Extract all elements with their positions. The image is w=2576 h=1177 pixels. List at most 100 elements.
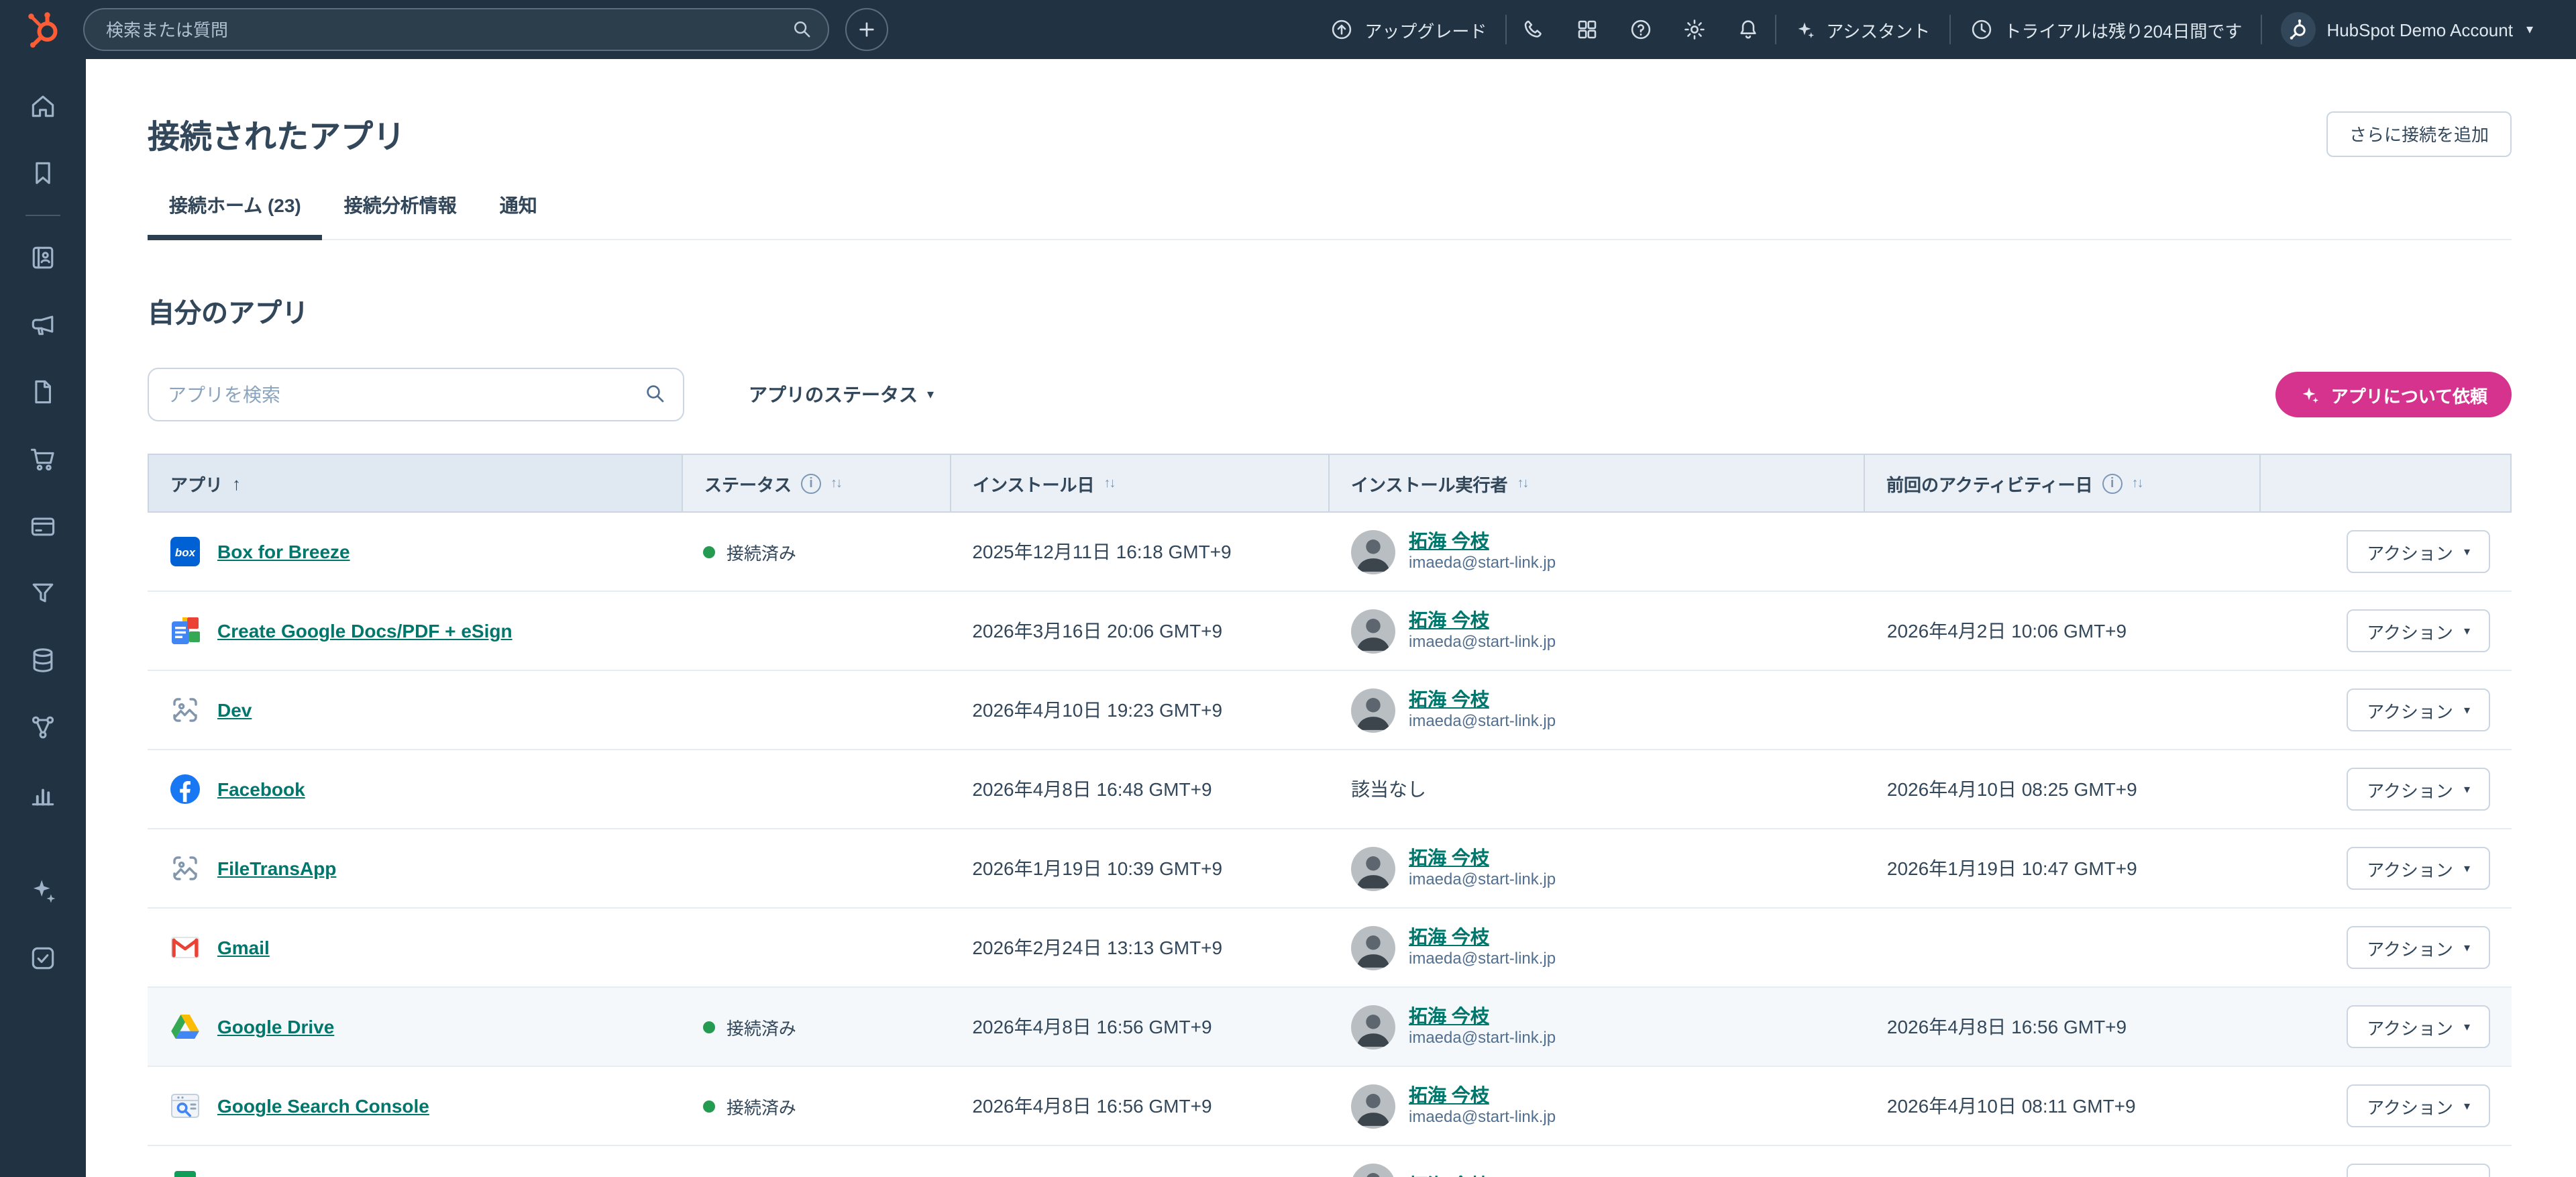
actions-button[interactable]: アクション ▾ — [2347, 530, 2490, 573]
installer-link[interactable]: 拓海 今枝 — [1409, 925, 1556, 949]
actions-button[interactable]: アクション ▾ — [2347, 1005, 2490, 1048]
column-header-5[interactable] — [2261, 455, 2510, 511]
installer-link[interactable]: 拓海 今枝 — [1409, 1173, 1489, 1177]
assistant-button[interactable]: アシスタント — [1776, 0, 1949, 59]
tab-connect-home[interactable]: 接続ホーム (23) — [148, 176, 323, 239]
upgrade-button[interactable]: アップグレード — [1311, 0, 1505, 59]
app-link[interactable]: Create Google Docs/PDF + eSign — [217, 620, 513, 642]
status-filter-dropdown[interactable]: アプリのステータス ▾ — [741, 380, 942, 409]
sidebar-item-marketing[interactable] — [0, 291, 86, 358]
sidebar-item-commerce[interactable] — [0, 425, 86, 493]
sidebar-item-content[interactable] — [0, 358, 86, 425]
installer-link[interactable]: 拓海 今枝 — [1409, 1004, 1556, 1028]
installer-link[interactable]: 拓海 今枝 — [1409, 1083, 1556, 1107]
installer-link[interactable]: 拓海 今枝 — [1409, 687, 1556, 711]
actions-button[interactable]: アクション ▾ — [2347, 1084, 2490, 1127]
installer-info: 拓海 今枝 imaeda@start-link.jp — [1409, 1004, 1556, 1050]
assistant-label: アシスタント — [1826, 17, 1930, 42]
avatar — [1351, 529, 1395, 574]
installer-cell: 拓海 今枝 imaeda@start-link.jp — [1330, 608, 1866, 654]
app-link[interactable]: Google Search Console — [217, 1095, 429, 1117]
account-menu[interactable]: HubSpot Demo Account ▾ — [2262, 0, 2552, 59]
actions-cell: アクション ▾ — [2262, 688, 2512, 731]
app-cell: Google Drive — [148, 1011, 682, 1043]
sort-icon: ↑↓ — [1517, 476, 1528, 491]
facebook-app-icon — [169, 773, 201, 805]
reporting-icon — [28, 780, 58, 809]
app-link[interactable]: Box for Breeze — [217, 541, 350, 562]
status-cell: 接続済み — [682, 1014, 951, 1039]
app-search[interactable] — [148, 368, 684, 421]
actions-button[interactable]: アクション ▾ — [2347, 768, 2490, 811]
settings-button[interactable] — [1668, 0, 1721, 59]
trial-status: トライアルは残り204日間です — [1950, 0, 2261, 59]
controls: アプリのステータス ▾ アプリについて依頼 — [148, 368, 2512, 421]
actions-cell: アクション ▾ — [2262, 1005, 2512, 1048]
sort-icon: ↑↓ — [2132, 476, 2143, 491]
actions-button[interactable]: アクション ▾ — [2347, 688, 2490, 731]
avatar — [1351, 846, 1395, 890]
payments-icon — [28, 511, 58, 541]
installer-info: 拓海 今枝 imaeda@start-link.jp — [1409, 529, 1556, 574]
avatar — [1351, 1084, 1395, 1128]
data-icon — [28, 646, 58, 675]
global-search[interactable] — [83, 8, 829, 51]
sidebar-item-automations[interactable] — [0, 560, 86, 627]
install-date: 2026年2月24日 13:13 GMT+9 — [951, 934, 1330, 961]
global-search-input[interactable] — [83, 8, 829, 51]
marketplace-button[interactable] — [1560, 0, 1614, 59]
tab-notifications[interactable]: 通知 — [478, 176, 559, 239]
app-search-input[interactable] — [148, 368, 684, 421]
sidebar-item-data[interactable] — [0, 627, 86, 694]
actions-label: アクション — [2367, 776, 2453, 802]
app-link[interactable]: FileTransApp — [217, 858, 336, 879]
sidebar-item-tasks[interactable] — [0, 925, 86, 992]
installer-link[interactable]: 拓海 今枝 — [1409, 846, 1556, 870]
app-link[interactable]: Dev — [217, 699, 252, 721]
create-button[interactable] — [845, 8, 888, 51]
installer-info: 拓海 今枝 imaeda@start-link.jp — [1409, 925, 1556, 970]
actions-button[interactable]: アクション ▾ — [2347, 847, 2490, 890]
home-icon — [28, 91, 58, 121]
actions-button[interactable]: アクション ▾ — [2347, 926, 2490, 969]
status-cell: 接続済み — [682, 539, 951, 564]
column-header-3[interactable]: インストール実行者↑↓ — [1330, 455, 1865, 511]
actions-label: アクション — [2367, 935, 2453, 960]
apps-table: アプリ↑ステータスi↑↓インストール日↑↓インストール実行者↑↓前回のアクティビ… — [148, 454, 2512, 1177]
actions-button[interactable]: アクション ▾ — [2347, 1164, 2490, 1177]
status-dot — [704, 546, 716, 558]
installer-link[interactable]: 拓海 今枝 — [1409, 608, 1556, 632]
sidebar-divider — [25, 215, 60, 216]
sidebar-item-ai[interactable] — [0, 858, 86, 925]
column-header-4[interactable]: 前回のアクティビティー日i↑↓ — [1865, 455, 2261, 511]
app-cell: Facebook — [148, 773, 682, 805]
table-row: Google Search Console 接続済み 2026年4月8日 16:… — [148, 1067, 2512, 1146]
sort-icon: ↑↓ — [830, 476, 841, 491]
app-link[interactable]: Gmail — [217, 937, 270, 958]
sidebar-item-workflows[interactable] — [0, 694, 86, 761]
request-app-button[interactable]: アプリについて依頼 — [2276, 372, 2512, 417]
app-link[interactable]: Google Drive — [217, 1016, 334, 1037]
sidebar-item-crm[interactable] — [0, 224, 86, 291]
help-button[interactable] — [1614, 0, 1668, 59]
app-link[interactable]: Facebook — [217, 778, 305, 800]
call-button[interactable] — [1507, 0, 1560, 59]
table-row: Gmail 2026年2月24日 13:13 GMT+9 拓海 今枝 imaed… — [148, 909, 2512, 988]
notifications-button[interactable] — [1721, 0, 1775, 59]
app-cell: Google Search Console — [148, 1090, 682, 1122]
sidebar-item-payments[interactable] — [0, 493, 86, 560]
installer-email: imaeda@start-link.jp — [1409, 1029, 1556, 1050]
sidebar-item-bookmarks[interactable] — [0, 140, 86, 207]
sidebar-item-reporting[interactable] — [0, 761, 86, 828]
column-header-1[interactable]: ステータスi↑↓ — [683, 455, 951, 511]
actions-button[interactable]: アクション ▾ — [2347, 609, 2490, 652]
sidebar-item-home[interactable] — [0, 72, 86, 140]
installer-link[interactable]: 拓海 今枝 — [1409, 529, 1556, 553]
column-header-0[interactable]: アプリ↑ — [149, 455, 683, 511]
installer-info: 拓海 今枝 imaeda@start-link.jp — [1409, 687, 1556, 733]
app-cell: FileTransApp — [148, 852, 682, 884]
add-connection-button[interactable]: さらに接続を追加 — [2326, 111, 2512, 156]
tab-connect-insights[interactable]: 接続分析情報 — [323, 176, 478, 239]
hubspot-logo-icon[interactable] — [19, 7, 67, 52]
column-header-2[interactable]: インストール日↑↓ — [951, 455, 1330, 511]
